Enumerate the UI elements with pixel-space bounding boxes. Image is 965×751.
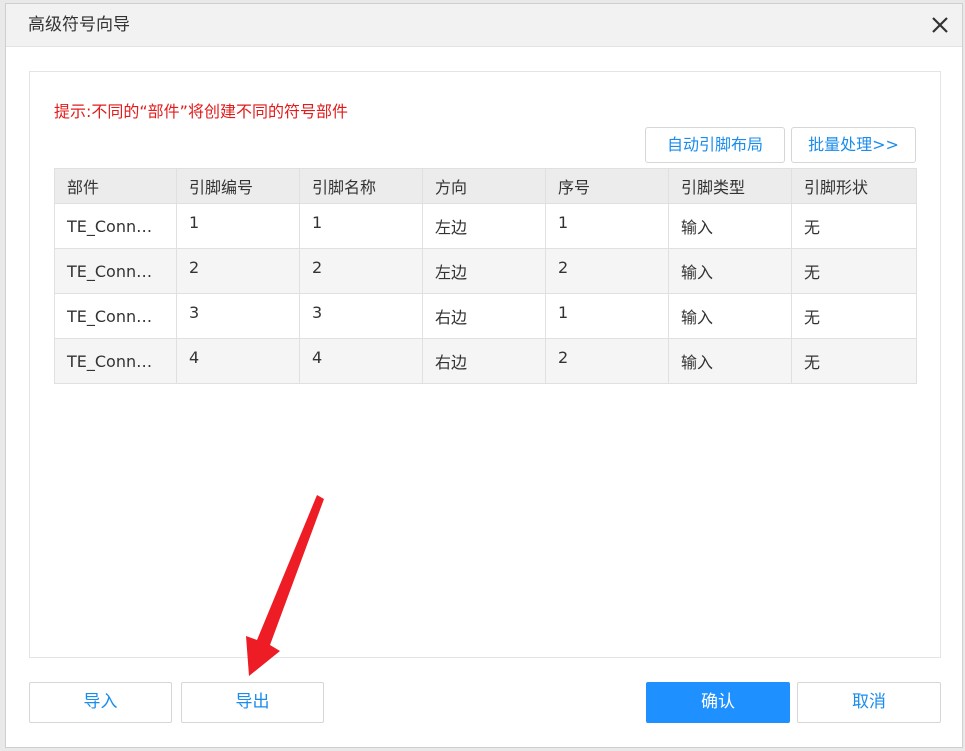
table-header-row: 部件 引脚编号 引脚名称 方向 序号 引脚类型 引脚形状 (54, 168, 917, 204)
pin-table: 部件 引脚编号 引脚名称 方向 序号 引脚类型 引脚形状 TE_Conn… 1 … (54, 168, 917, 384)
cell-direction[interactable]: 左边 (422, 248, 546, 294)
cell-sequence[interactable]: 2 (545, 248, 669, 294)
pin-number-value: 3 (189, 302, 200, 322)
cell-pin-shape[interactable]: 无 (791, 293, 917, 339)
confirm-button[interactable]: 确认 (646, 682, 790, 723)
cell-pin-number[interactable]: 4 (176, 338, 300, 384)
content-panel: 提示:不同的“部件”将创建不同的符号部件 自动引脚布局 批量处理>> 部件 引脚… (29, 71, 941, 658)
cell-pin-number[interactable]: 2 (176, 248, 300, 294)
column-header-pin-type[interactable]: 引脚类型 (668, 168, 792, 204)
close-button[interactable] (928, 13, 952, 37)
column-header-pin-name[interactable]: 引脚名称 (299, 168, 423, 204)
advanced-symbol-wizard-dialog: 高级符号向导 提示:不同的“部件”将创建不同的符号部件 自动引脚布局 批量处理>… (5, 3, 963, 748)
cell-part[interactable]: TE_Conn… (54, 338, 177, 384)
cell-pin-shape[interactable]: 无 (791, 203, 917, 249)
cancel-button[interactable]: 取消 (797, 682, 941, 723)
column-header-direction[interactable]: 方向 (422, 168, 546, 204)
pin-name-value: 2 (312, 257, 323, 277)
sequence-value: 1 (558, 302, 569, 322)
cell-part[interactable]: TE_Conn… (54, 293, 177, 339)
hint-text: 提示:不同的“部件”将创建不同的符号部件 (54, 102, 348, 121)
table-row[interactable]: TE_Conn… 1 1 左边 1 输入 无 (54, 203, 917, 249)
pin-name-value: 3 (312, 302, 323, 322)
cell-pin-type[interactable]: 输入 (668, 248, 792, 294)
cell-sequence[interactable]: 1 (545, 203, 669, 249)
pin-name-value: 4 (312, 347, 323, 367)
cell-pin-type[interactable]: 输入 (668, 293, 792, 339)
cell-pin-number[interactable]: 1 (176, 203, 300, 249)
cell-sequence[interactable]: 1 (545, 293, 669, 339)
pin-number-value: 4 (189, 347, 200, 367)
cell-pin-name[interactable]: 4 (299, 338, 423, 384)
cell-pin-name[interactable]: 2 (299, 248, 423, 294)
cell-pin-shape[interactable]: 无 (791, 338, 917, 384)
table-row[interactable]: TE_Conn… 4 4 右边 2 输入 无 (54, 338, 917, 384)
cell-pin-shape[interactable]: 无 (791, 248, 917, 294)
cell-direction[interactable]: 右边 (422, 338, 546, 384)
cell-pin-name[interactable]: 3 (299, 293, 423, 339)
dialog-title: 高级符号向导 (28, 15, 130, 35)
cell-direction[interactable]: 左边 (422, 203, 546, 249)
cell-pin-number[interactable]: 3 (176, 293, 300, 339)
table-row[interactable]: TE_Conn… 2 2 左边 2 输入 无 (54, 248, 917, 294)
export-button[interactable]: 导出 (181, 682, 324, 723)
title-bar: 高级符号向导 (6, 4, 962, 47)
cell-part[interactable]: TE_Conn… (54, 248, 177, 294)
sequence-value: 2 (558, 257, 569, 277)
cell-pin-type[interactable]: 输入 (668, 203, 792, 249)
sequence-value: 1 (558, 212, 569, 232)
table-row[interactable]: TE_Conn… 3 3 右边 1 输入 无 (54, 293, 917, 339)
cell-direction[interactable]: 右边 (422, 293, 546, 339)
batch-process-button[interactable]: 批量处理>> (791, 127, 916, 163)
auto-pin-layout-button[interactable]: 自动引脚布局 (645, 127, 785, 163)
pin-number-value: 1 (189, 212, 200, 232)
column-header-part[interactable]: 部件 (54, 168, 177, 204)
cell-part[interactable]: TE_Conn… (54, 203, 177, 249)
cell-pin-type[interactable]: 输入 (668, 338, 792, 384)
cell-sequence[interactable]: 2 (545, 338, 669, 384)
pin-number-value: 2 (189, 257, 200, 277)
close-icon (932, 17, 948, 33)
cell-pin-name[interactable]: 1 (299, 203, 423, 249)
column-header-pin-shape[interactable]: 引脚形状 (791, 168, 917, 204)
sequence-value: 2 (558, 347, 569, 367)
pin-name-value: 1 (312, 212, 323, 232)
column-header-sequence[interactable]: 序号 (545, 168, 669, 204)
import-button[interactable]: 导入 (29, 682, 172, 723)
column-header-pin-number[interactable]: 引脚编号 (176, 168, 300, 204)
